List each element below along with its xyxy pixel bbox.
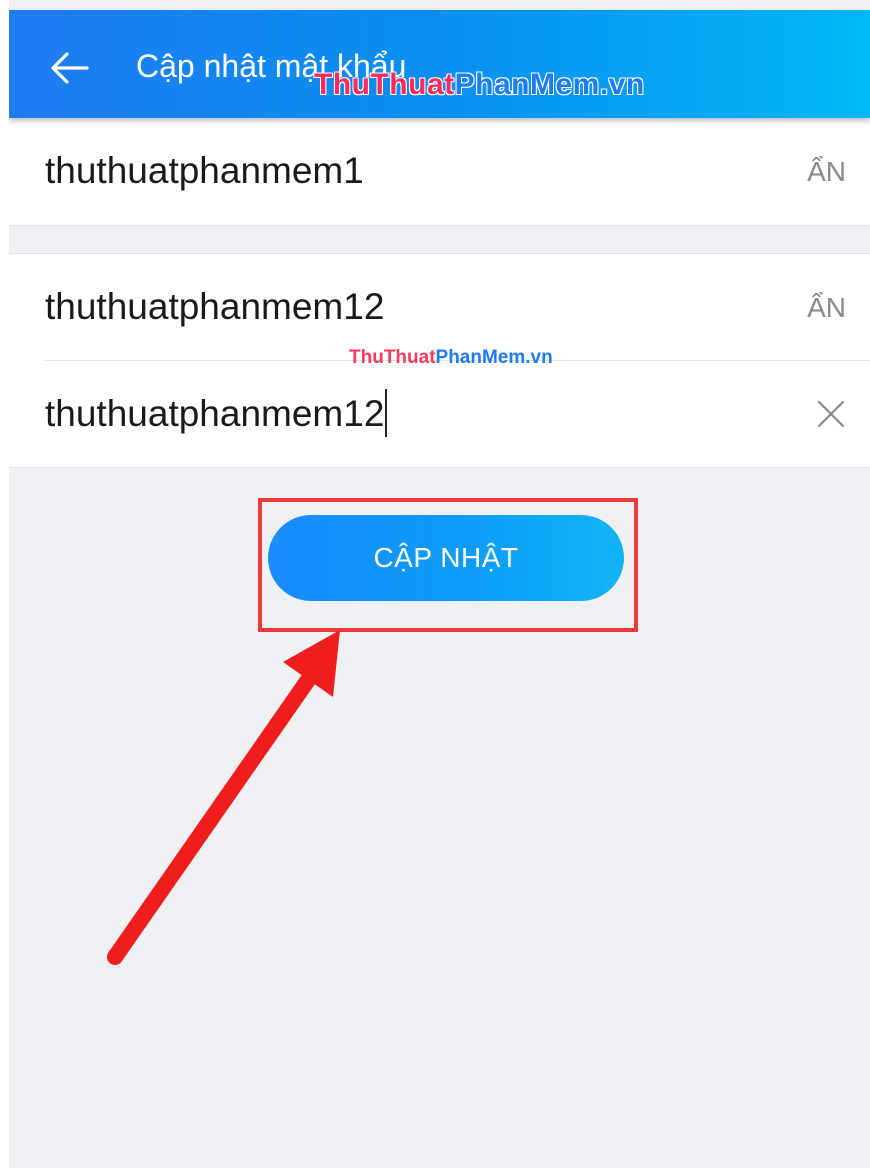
update-password-screen: Cập nhật mật khẩu ThuThuatPhanMem.vn thu… bbox=[9, 0, 870, 1168]
text-cursor bbox=[385, 389, 388, 438]
hide-new-password-button[interactable]: ẨN bbox=[807, 288, 846, 328]
back-button[interactable] bbox=[39, 38, 99, 98]
current-password-section: thuthuatphanmem1 ẨN bbox=[9, 118, 870, 226]
close-icon bbox=[817, 400, 845, 428]
confirm-password-value: thuthuatphanmem12 bbox=[45, 393, 385, 434]
current-password-row[interactable]: thuthuatphanmem1 ẨN bbox=[9, 118, 870, 224]
hide-current-password-button[interactable]: ẨN bbox=[807, 152, 846, 192]
clear-confirm-password-button[interactable] bbox=[814, 397, 848, 431]
confirm-password-row[interactable]: thuthuatphanmem12 bbox=[9, 361, 870, 467]
page-title: Cập nhật mật khẩu bbox=[136, 48, 407, 84]
arrow-left-icon bbox=[51, 52, 89, 84]
current-password-field[interactable]: thuthuatphanmem1 bbox=[45, 148, 364, 194]
confirm-password-field[interactable]: thuthuatphanmem12 bbox=[45, 389, 388, 440]
new-password-row[interactable]: thuthuatphanmem12 ẨN bbox=[9, 254, 870, 361]
update-button[interactable]: CẬP NHẬT bbox=[268, 515, 624, 601]
new-password-field[interactable]: thuthuatphanmem12 bbox=[45, 284, 384, 330]
app-header: Cập nhật mật khẩu bbox=[9, 10, 870, 118]
new-password-section: thuthuatphanmem12 ẨN thuthuatphanmem12 bbox=[9, 253, 870, 468]
